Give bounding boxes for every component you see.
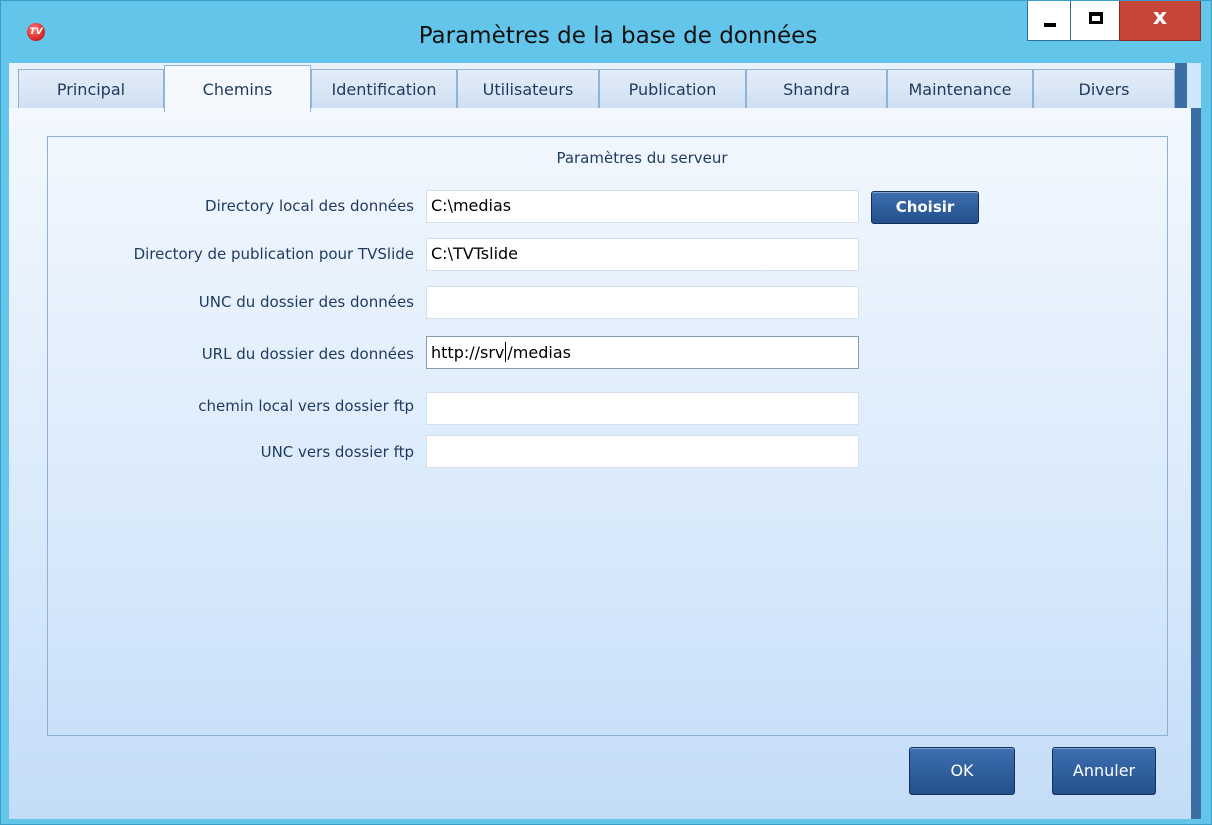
- tab-scroll-edge: [1175, 63, 1187, 108]
- tab-maintenance[interactable]: Maintenance: [887, 69, 1033, 110]
- minimize-icon: [1044, 23, 1056, 27]
- label-data-url: URL du dossier des données: [201, 345, 414, 363]
- dialog-window: TV Paramètres de la base de données x Pr…: [0, 0, 1212, 825]
- data-url-text-before-caret: http://srv: [431, 343, 505, 362]
- label-data-unc: UNC du dossier des données: [198, 293, 414, 311]
- cancel-button[interactable]: Annuler: [1052, 747, 1156, 795]
- data-unc-input[interactable]: [426, 286, 859, 319]
- ok-button[interactable]: OK: [909, 747, 1015, 795]
- choose-button[interactable]: Choisir: [871, 191, 979, 224]
- close-button[interactable]: x: [1119, 1, 1201, 41]
- tab-publication[interactable]: Publication: [599, 69, 746, 110]
- tab-chemins[interactable]: Chemins: [164, 65, 311, 112]
- tab-utilisateurs[interactable]: Utilisateurs: [457, 69, 599, 110]
- tvslide-directory-input[interactable]: C:\TVTslide: [426, 238, 859, 271]
- data-url-text-after-caret: /medias: [507, 343, 571, 362]
- maximize-button[interactable]: [1070, 1, 1120, 41]
- label-ftp-unc: UNC vers dossier ftp: [260, 443, 414, 461]
- tab-bar: Principal Chemins Identification Utilisa…: [9, 63, 1187, 112]
- tab-shandra[interactable]: Shandra: [746, 69, 887, 110]
- label-local-data-directory: Directory local des données: [205, 197, 414, 215]
- field-labels: Directory local des données Directory de…: [9, 63, 414, 819]
- panel-edge: [1191, 108, 1201, 819]
- ftp-unc-input[interactable]: [426, 435, 859, 468]
- dialog-content: Principal Chemins Identification Utilisa…: [9, 63, 1201, 819]
- ftp-local-path-input[interactable]: [426, 392, 859, 425]
- close-icon: x: [1152, 5, 1168, 30]
- minimize-button[interactable]: [1027, 1, 1071, 41]
- maximize-icon: [1089, 12, 1103, 24]
- tab-divers[interactable]: Divers: [1033, 69, 1175, 110]
- data-url-input[interactable]: http://srv/medias: [426, 336, 859, 369]
- local-data-directory-input[interactable]: C:\medias: [426, 190, 859, 223]
- label-ftp-local-path: chemin local vers dossier ftp: [198, 397, 414, 415]
- title-bar[interactable]: TV Paramètres de la base de données x: [1, 1, 1212, 63]
- label-tvslide-directory: Directory de publication pour TVSlide: [133, 245, 414, 263]
